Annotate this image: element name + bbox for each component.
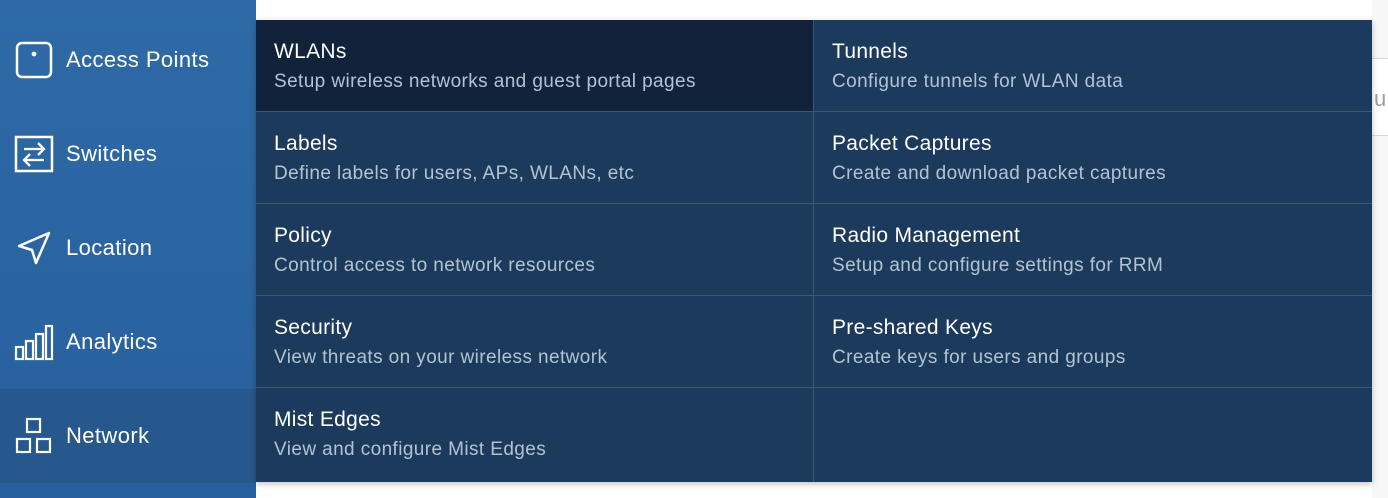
sidebar-item-label: Switches [66,141,158,166]
sidebar-item-access-points[interactable]: Access Points [0,13,256,107]
menu-item-title: Policy [274,224,332,247]
sidebar-item-label: Access Points [66,47,210,72]
sidebar-item-location[interactable]: Location [0,201,256,295]
menu-item-wlans[interactable]: WLANs Setup wireless networks and guest … [256,20,814,112]
menu-item-description: Define labels for users, APs, WLANs, etc [274,163,635,184]
menu-item-pre-shared-keys[interactable]: Pre-shared Keys Create keys for users an… [814,296,1372,388]
sidebar-item-label: Location [66,235,153,260]
bar-chart-icon [14,322,54,362]
menu-item-mist-edges[interactable]: Mist Edges View and configure Mist Edges [256,388,814,482]
sidebar: Access Points Switches Location Analytic… [0,0,256,498]
menu-empty-cell [814,388,1372,482]
menu-item-title: Pre-shared Keys [832,316,993,339]
menu-item-packet-captures[interactable]: Packet Captures Create and download pack… [814,112,1372,204]
menu-item-radio-management[interactable]: Radio Management Setup and configure set… [814,204,1372,296]
menu-item-description: Control access to network resources [274,255,596,276]
menu-item-title: Labels [274,132,338,155]
sidebar-item-label: Network [66,423,150,448]
menu-item-tunnels[interactable]: Tunnels Configure tunnels for WLAN data [814,20,1372,112]
sidebar-item-analytics[interactable]: Analytics [0,295,256,389]
menu-item-description: View and configure Mist Edges [274,439,547,460]
sidebar-item-switches[interactable]: Switches [0,107,256,201]
access-point-icon [14,40,54,80]
network-icon [14,416,54,456]
menu-item-description: Create keys for users and groups [832,347,1126,368]
menu-item-description: Configure tunnels for WLAN data [832,71,1124,92]
switch-icon [14,134,54,174]
background-partial-text: u [1374,86,1387,111]
menu-item-title: Security [274,316,353,339]
menu-item-description: Setup and configure settings for RRM [832,255,1164,276]
network-submenu: WLANs Setup wireless networks and guest … [256,20,1372,482]
menu-item-description: View threats on your wireless network [274,347,608,368]
menu-item-description: Create and download packet captures [832,163,1167,184]
sidebar-item-label: Analytics [66,329,158,354]
menu-item-title: Packet Captures [832,132,992,155]
menu-item-title: Radio Management [832,224,1021,247]
menu-item-labels[interactable]: Labels Define labels for users, APs, WLA… [256,112,814,204]
menu-item-security[interactable]: Security View threats on your wireless n… [256,296,814,388]
location-arrow-icon [14,228,54,268]
menu-item-policy[interactable]: Policy Control access to network resourc… [256,204,814,296]
menu-item-title: Mist Edges [274,408,381,431]
menu-item-title: Tunnels [832,40,909,63]
sidebar-item-network[interactable]: Network [0,389,256,483]
menu-item-description: Setup wireless networks and guest portal… [274,71,696,92]
menu-item-title: WLANs [274,40,347,63]
